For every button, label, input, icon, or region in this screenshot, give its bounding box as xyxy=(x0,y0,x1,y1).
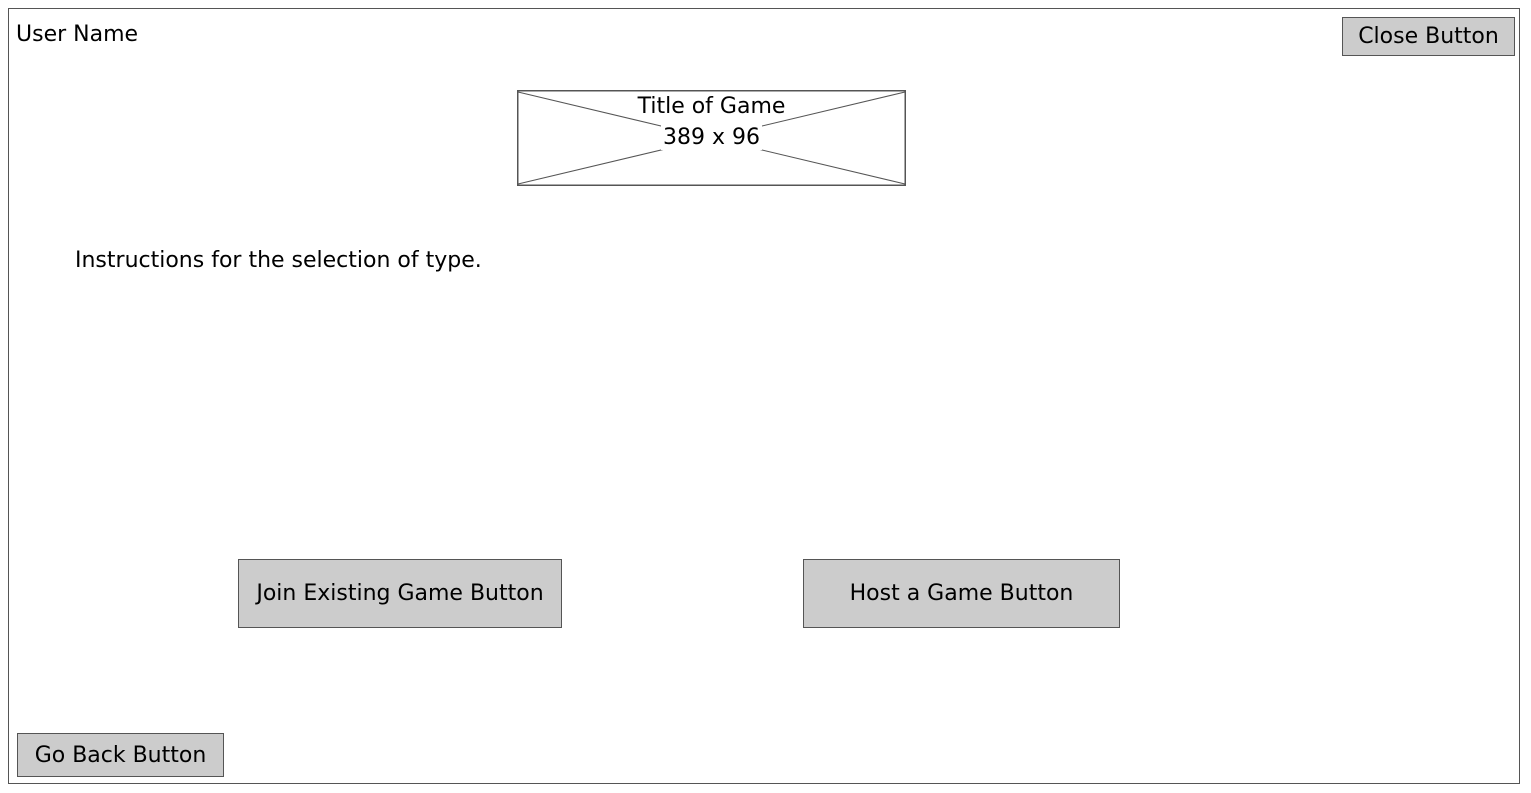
close-button[interactable]: Close Button xyxy=(1342,17,1515,56)
title-image-dimensions: 389 x 96 xyxy=(661,125,762,150)
user-name-label: User Name xyxy=(16,22,139,47)
title-image-label: Title of Game xyxy=(635,94,788,119)
join-existing-game-button[interactable]: Join Existing Game Button xyxy=(238,559,562,628)
game-title-image: Title of Game 389 x 96 xyxy=(517,90,906,186)
go-back-button[interactable]: Go Back Button xyxy=(17,733,224,777)
host-game-button[interactable]: Host a Game Button xyxy=(803,559,1120,628)
instructions-text: Instructions for the selection of type. xyxy=(75,248,482,273)
